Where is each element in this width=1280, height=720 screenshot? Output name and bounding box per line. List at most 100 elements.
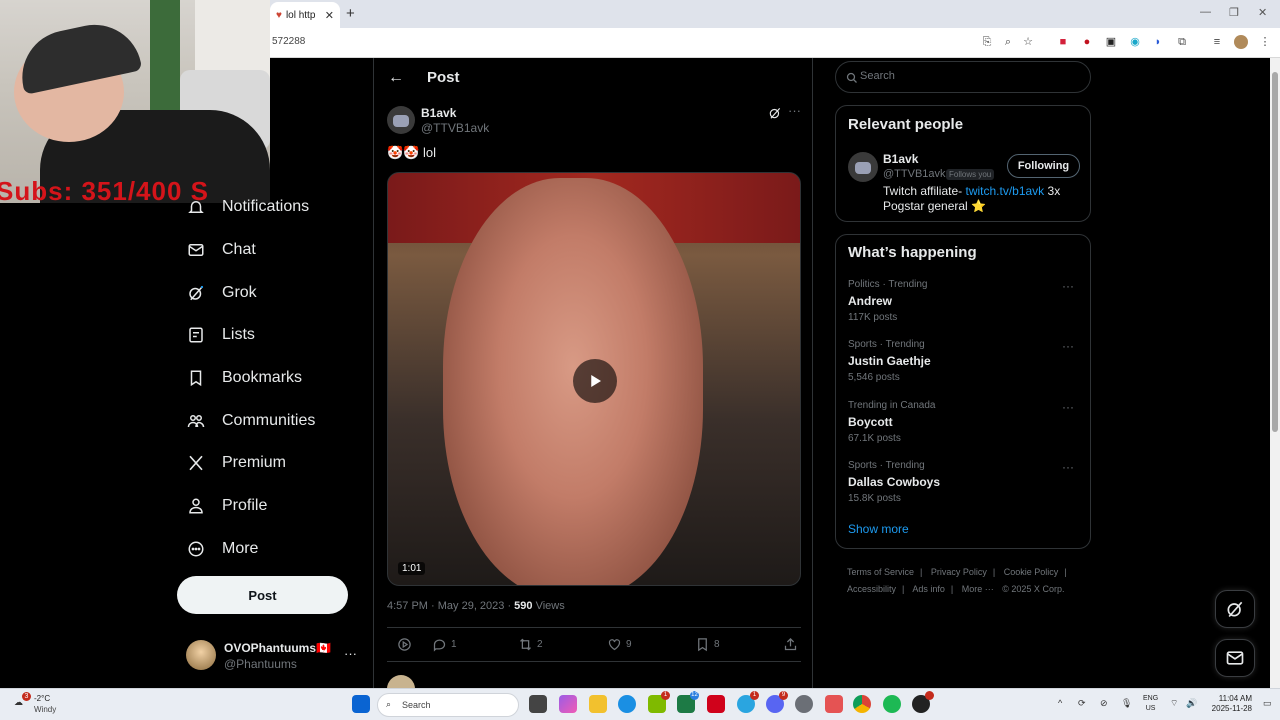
settings-gear-icon[interactable] — [795, 695, 813, 713]
taskbar-search[interactable]: ⌕ Search — [377, 693, 519, 717]
footer-link[interactable]: Cookie Policy — [1004, 567, 1059, 577]
trend-more-icon[interactable]: ··· — [1062, 279, 1074, 293]
nav-item-chat[interactable]: Chat — [186, 235, 256, 265]
search-input[interactable] — [860, 70, 1080, 82]
compose-post-button[interactable]: Post — [177, 576, 348, 614]
edge-icon[interactable] — [618, 695, 636, 713]
app-icon[interactable] — [707, 695, 725, 713]
post-more-icon[interactable]: ··· — [788, 103, 801, 118]
zoom-icon[interactable]: ⌕ — [1001, 35, 1015, 49]
wifi-icon[interactable]: ⌔ — [1170, 698, 1178, 709]
trend-item[interactable]: Trending in Canada Boycott 67.1K posts ·… — [848, 400, 1080, 448]
chrome-icon[interactable] — [853, 695, 871, 713]
author-handle[interactable]: @TTVB1avk — [421, 121, 489, 135]
reply-button[interactable]: 1 — [432, 637, 457, 652]
back-arrow-icon[interactable]: ← — [388, 69, 404, 87]
footer-link[interactable]: More ··· — [962, 584, 994, 594]
trend-item[interactable]: Sports · Trending Dallas Cowboys 15.8K p… — [848, 460, 1080, 508]
menu-kebab-icon[interactable]: ⋮ — [1258, 35, 1272, 49]
author-avatar[interactable] — [387, 106, 415, 134]
extension-4-icon[interactable]: ◉ — [1128, 35, 1142, 49]
following-button[interactable]: Following — [1007, 154, 1080, 178]
app-icon[interactable]: 1 — [648, 691, 670, 713]
nav-item-more[interactable]: More — [186, 534, 258, 564]
account-more-icon[interactable]: ··· — [344, 646, 357, 661]
footer-link[interactable]: Accessibility — [847, 584, 896, 594]
close-window-icon[interactable]: ✕ — [1258, 6, 1267, 19]
tab-close-icon[interactable]: ✕ — [325, 9, 334, 22]
scrollbar-thumb[interactable] — [1272, 72, 1278, 432]
microphone-icon[interactable]: 🎙 — [1121, 698, 1132, 709]
extension-5-icon[interactable]: ◗ — [1151, 35, 1165, 49]
chevron-up-icon[interactable]: ^ — [1058, 698, 1062, 708]
bookmark-button[interactable]: 8 — [695, 637, 720, 652]
media-queue-icon[interactable]: ≡ — [1210, 35, 1224, 49]
extension-3-icon[interactable]: ▣ — [1104, 35, 1118, 49]
video-player[interactable]: 1:01 — [387, 172, 801, 586]
nav-item-communities[interactable]: Communities — [186, 406, 315, 436]
volume-icon[interactable]: 🔊 — [1186, 698, 1197, 709]
file-explorer-icon[interactable] — [589, 695, 607, 713]
nav-item-premium[interactable]: Premium — [186, 448, 286, 478]
install-app-icon[interactable]: ⎘ — [980, 35, 994, 49]
discord-icon[interactable]: 9 — [766, 691, 788, 713]
share-icon[interactable] — [783, 637, 798, 652]
nav-item-lists[interactable]: Lists — [186, 320, 255, 350]
profile-avatar-icon[interactable] — [1234, 35, 1248, 49]
trend-item[interactable]: Politics · Trending Andrew 117K posts ··… — [848, 279, 1080, 327]
copilot-icon[interactable] — [559, 695, 577, 713]
account-switcher[interactable]: OVOPhantuums🇨🇦 @Phantuums ··· — [186, 640, 361, 672]
weather-temp[interactable]: -2°C — [34, 694, 50, 703]
play-icon[interactable] — [573, 359, 617, 403]
restore-icon[interactable]: ❐ — [1229, 6, 1239, 19]
snipping-tool-icon[interactable] — [825, 695, 843, 713]
clock[interactable]: 11:04 AM 2025-11-28 — [1206, 694, 1252, 714]
author-name[interactable]: B1avk — [421, 106, 456, 120]
minimize-icon[interactable]: — — [1200, 6, 1211, 18]
grok-float-button[interactable] — [1215, 590, 1255, 628]
windows-start-icon[interactable] — [352, 695, 370, 713]
url-text[interactable]: 572288 — [272, 36, 305, 47]
footer-link[interactable]: Ads info — [912, 584, 945, 594]
trend-more-icon[interactable]: ··· — [1062, 339, 1074, 353]
extensions-puzzle-icon[interactable]: ⧉ — [1175, 35, 1189, 49]
extension-1-icon[interactable]: ■ — [1056, 35, 1070, 49]
nav-item-profile[interactable]: Profile — [186, 491, 267, 521]
network-off-icon[interactable]: ⊘ — [1100, 698, 1108, 709]
bio-link[interactable]: twitch.tv/b1avk — [965, 184, 1044, 198]
footer-link[interactable]: Terms of Service — [847, 567, 914, 577]
nav-item-notifications[interactable]: Notifications — [186, 192, 309, 222]
grok-explain-icon[interactable] — [768, 106, 782, 125]
trend-item[interactable]: Sports · Trending Justin Gaethje 5,546 p… — [848, 339, 1080, 387]
person-handle[interactable]: @TTVB1avk — [883, 168, 946, 180]
repost-button[interactable]: 2 — [518, 637, 543, 652]
nav-item-grok[interactable]: Grok — [186, 278, 257, 308]
task-view-icon[interactable] — [529, 695, 547, 713]
trend-more-icon[interactable]: ··· — [1062, 460, 1074, 474]
star-icon[interactable]: ☆ — [1021, 35, 1035, 49]
footer-link[interactable]: Privacy Policy — [931, 567, 987, 577]
search-box[interactable] — [835, 61, 1091, 93]
play-circle-icon[interactable] — [397, 637, 412, 652]
weather-condition[interactable]: Windy — [34, 705, 56, 714]
post-timestamp[interactable]: 4:57 PM · May 29, 2023 · — [387, 600, 514, 612]
telegram-icon[interactable]: 1 — [737, 691, 759, 713]
avatar[interactable] — [848, 152, 878, 182]
like-button[interactable]: 9 — [607, 637, 632, 652]
reply-author-avatar[interactable] — [387, 675, 415, 688]
notification-icon[interactable]: ▭ — [1263, 698, 1272, 709]
spotify-icon[interactable] — [883, 695, 901, 713]
page-scrollbar[interactable] — [1270, 58, 1280, 688]
extension-2-icon[interactable]: ● — [1080, 35, 1094, 49]
show-more-link[interactable]: Show more — [848, 522, 909, 536]
new-tab-button[interactable]: + — [346, 5, 355, 22]
messages-float-button[interactable] — [1215, 639, 1255, 677]
excel-icon[interactable]: 12 — [677, 691, 699, 713]
browser-tab[interactable]: ♥ lol http ✕ — [270, 2, 340, 28]
language-indicator[interactable]: ENG US — [1143, 694, 1158, 714]
person-name[interactable]: B1avk — [883, 152, 918, 166]
trend-more-icon[interactable]: ··· — [1062, 400, 1074, 414]
sync-icon[interactable]: ⟳ — [1078, 698, 1086, 709]
nav-item-bookmarks[interactable]: Bookmarks — [186, 363, 302, 393]
obs-icon[interactable] — [912, 691, 934, 713]
